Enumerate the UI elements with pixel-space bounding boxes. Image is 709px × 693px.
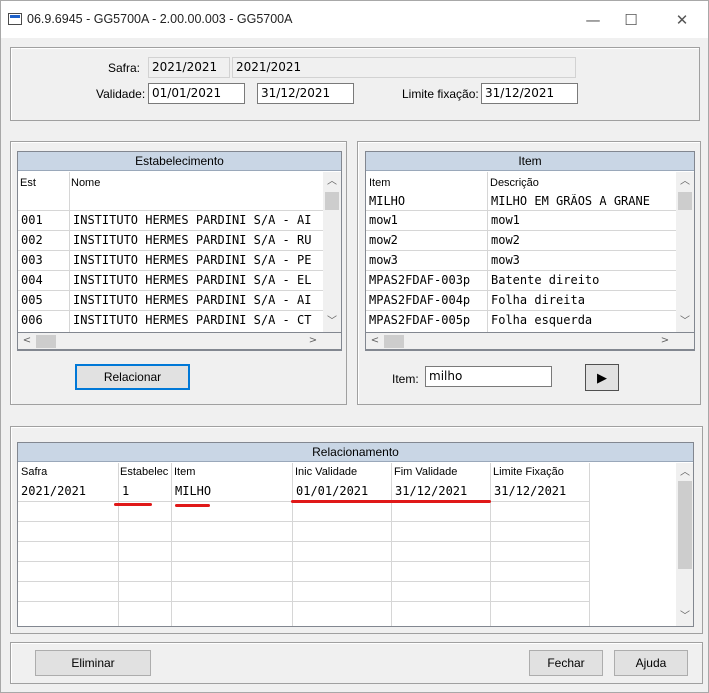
inic-validade-cell: 01/01/2021 [296, 484, 369, 498]
limite-fixacao-label: Limite fixação: [402, 87, 479, 101]
col-header-fim-validade[interactable]: Fim Validade [394, 466, 457, 478]
relacionar-button[interactable]: Relacionar [75, 364, 190, 390]
safra-label: Safra: [108, 61, 141, 75]
nome-cell: INSTITUTO HERMES PARDINI S/A - PE [73, 253, 312, 267]
annotation-underline-item [175, 504, 210, 507]
col-header-item[interactable]: Item [369, 177, 390, 189]
main-window: 06.9.6945 - GG5700A - 2.00.00.003 - GG57… [0, 0, 709, 693]
scroll-up-icon[interactable]: ︿ [323, 174, 341, 190]
eliminar-button[interactable]: Eliminar [35, 650, 151, 676]
scroll-down-icon[interactable]: ﹀ [323, 314, 341, 330]
scroll-down-icon[interactable]: ﹀ [676, 314, 694, 330]
validade-label: Validade: [96, 87, 146, 101]
col-header-estabelec[interactable]: Estabelec [120, 466, 170, 478]
fechar-button[interactable]: Fechar [529, 650, 603, 676]
scroll-right-icon[interactable]: > [658, 333, 672, 349]
est-cell: 001 [21, 213, 43, 227]
fim-validade-cell: 31/12/2021 [395, 484, 468, 498]
safra-field: 2021/2021 [148, 57, 230, 78]
col-header-item[interactable]: Item [174, 466, 195, 478]
est-cell: 003 [21, 253, 43, 267]
validade-from-field[interactable]: 01/01/2021 [148, 83, 245, 104]
col-header-nome[interactable]: Nome [71, 177, 100, 189]
item-cell: MILHO [369, 194, 406, 208]
descricao-cell: mow3 [491, 253, 520, 267]
scroll-thumb[interactable] [678, 192, 692, 210]
safra-cell: 2021/2021 [21, 484, 87, 498]
item-cell: MPAS2FDAF-003p [369, 273, 471, 287]
col-header-est[interactable]: Est [20, 177, 36, 189]
window-title: 06.9.6945 - GG5700A - 2.00.00.003 - GG57… [27, 12, 293, 26]
annotation-underline-validade [291, 500, 491, 503]
item-cell: MPAS2FDAF-005p [369, 313, 471, 327]
scroll-left-icon[interactable]: < [20, 333, 34, 349]
descricao-cell: MILHO EM GRÃOS A GRANE [491, 194, 650, 208]
scroll-up-icon[interactable]: ︿ [676, 174, 694, 190]
col-header-inic-validade[interactable]: Inic Validade [295, 466, 357, 478]
scroll-thumb[interactable] [678, 481, 692, 569]
col-header-limite-fixacao[interactable]: Limite Fixação [493, 466, 564, 478]
est-cell: 004 [21, 273, 43, 287]
annotation-underline-estabelec [114, 503, 152, 506]
item-cell: mow3 [369, 253, 398, 267]
nome-cell: INSTITUTO HERMES PARDINI S/A - EL [73, 273, 312, 287]
nome-cell: INSTITUTO HERMES PARDINI S/A - AI [73, 213, 312, 227]
maximize-button[interactable]: ☐ [608, 1, 654, 38]
item-vscrollbar[interactable]: ︿ ﹀ [676, 172, 694, 332]
scroll-thumb[interactable] [384, 335, 404, 348]
estabelecimento-grid-title: Estabelecimento [18, 152, 341, 171]
safra-description-field: 2021/2021 [232, 57, 576, 78]
item-hscrollbar[interactable]: < > [366, 332, 694, 350]
nome-cell: INSTITUTO HERMES PARDINI S/A - CT [73, 313, 312, 327]
descricao-cell: Batente direito [491, 273, 600, 287]
ajuda-button[interactable]: Ajuda [614, 650, 688, 676]
descricao-cell: mow1 [491, 213, 520, 227]
est-cell: 002 [21, 233, 43, 247]
scroll-down-icon[interactable]: ﹀ [676, 609, 693, 625]
item-search-field[interactable]: milho [425, 366, 552, 387]
nome-cell: INSTITUTO HERMES PARDINI S/A - AI [73, 293, 312, 307]
validade-to-field[interactable]: 31/12/2021 [257, 83, 354, 104]
limite-fixacao-cell: 31/12/2021 [494, 484, 567, 498]
relacionamento-grid-title: Relacionamento [18, 443, 693, 462]
item-cell: mow2 [369, 233, 398, 247]
descricao-cell: mow2 [491, 233, 520, 247]
col-header-descricao[interactable]: Descrição [490, 177, 539, 189]
close-button[interactable]: ✕ [659, 1, 705, 38]
estabelecimento-vscrollbar[interactable]: ︿ ﹀ [323, 172, 341, 332]
relacionamento-vscrollbar[interactable]: ︿ ﹀ [676, 463, 693, 626]
descricao-cell: Folha esquerda [491, 313, 593, 327]
item-search-label: Item: [392, 372, 419, 386]
item-cell: mow1 [369, 213, 398, 227]
est-cell: 006 [21, 313, 43, 327]
estabelec-cell: 1 [122, 484, 130, 498]
play-icon[interactable]: ▶ [585, 364, 619, 391]
descricao-cell: Folha direita [491, 293, 585, 307]
item-cell: MILHO [175, 484, 212, 498]
item-grid[interactable]: Item Item Descrição MILHO MILHO EM GRÃOS… [365, 151, 695, 351]
scroll-thumb[interactable] [325, 192, 339, 210]
est-cell: 005 [21, 293, 43, 307]
title-bar: 06.9.6945 - GG5700A - 2.00.00.003 - GG57… [1, 1, 708, 38]
limite-fixacao-field[interactable]: 31/12/2021 [481, 83, 578, 104]
scroll-up-icon[interactable]: ︿ [676, 465, 693, 481]
estabelecimento-grid[interactable]: Estabelecimento Est Nome 001 INSTITUTO H… [17, 151, 342, 351]
relacionamento-grid[interactable]: Relacionamento Safra Estabelec Item Inic… [17, 442, 694, 627]
item-grid-title: Item [366, 152, 694, 171]
scroll-left-icon[interactable]: < [368, 333, 382, 349]
scroll-right-icon[interactable]: > [306, 333, 320, 349]
item-cell: MPAS2FDAF-004p [369, 293, 471, 307]
scroll-thumb[interactable] [36, 335, 56, 348]
app-icon [8, 13, 22, 25]
nome-cell: INSTITUTO HERMES PARDINI S/A - RU [73, 233, 312, 247]
estabelecimento-hscrollbar[interactable]: < > [18, 332, 341, 350]
col-header-safra[interactable]: Safra [21, 466, 47, 478]
